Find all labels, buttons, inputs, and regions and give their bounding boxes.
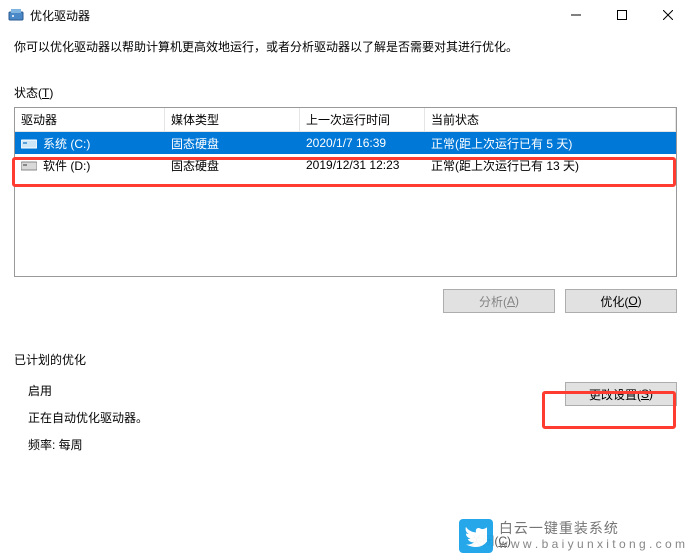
watermark: 白云一键重装系统 w w w . b a i y u n x i t o n g… xyxy=(459,519,685,553)
table-header: 驱动器 媒体类型 上一次运行时间 当前状态 xyxy=(15,108,676,132)
minimize-button[interactable] xyxy=(553,0,599,30)
cell-drive: 软件 (D:) xyxy=(43,157,90,174)
watermark-line2: w w w . b a i y u n x i t o n g . c o m xyxy=(499,537,685,551)
drive-icon xyxy=(21,137,37,149)
change-settings-button[interactable]: 更改设置(S) xyxy=(565,382,677,406)
maximize-button[interactable] xyxy=(599,0,645,30)
cell-state: 正常(距上次运行已有 5 天) xyxy=(425,132,676,154)
table-row[interactable]: 系统 (C:) 固态硬盘 2020/1/7 16:39 正常(距上次运行已有 5… xyxy=(15,132,676,154)
description-text: 你可以优化驱动器以帮助计算机更高效地运行，或者分析驱动器以了解是否需要对其进行优… xyxy=(14,38,677,56)
cell-last: 2020/1/7 16:39 xyxy=(300,132,425,154)
col-media[interactable]: 媒体类型 xyxy=(165,108,300,131)
titlebar: 优化驱动器 xyxy=(0,0,691,30)
cell-media: 固态硬盘 xyxy=(165,132,300,154)
watermark-line1: 白云一键重装系统 xyxy=(499,520,685,537)
window-title: 优化驱动器 xyxy=(30,7,90,24)
cell-state: 正常(距上次运行已有 13 天) xyxy=(425,154,676,176)
col-state[interactable]: 当前状态 xyxy=(425,108,676,131)
scheduled-title: 已计划的优化 xyxy=(14,351,677,368)
scheduled-freq: 频率: 每周 xyxy=(28,436,148,453)
col-last[interactable]: 上一次运行时间 xyxy=(300,108,425,131)
scheduled-auto-line: 正在自动优化驱动器。 xyxy=(28,409,148,426)
col-drive[interactable]: 驱动器 xyxy=(15,108,165,131)
scheduled-enabled: 启用 xyxy=(28,382,148,399)
watermark-icon xyxy=(459,519,493,553)
drive-icon xyxy=(21,159,37,171)
optimize-button[interactable]: 优化(O) xyxy=(565,289,677,313)
cell-drive: 系统 (C:) xyxy=(43,135,90,152)
app-icon xyxy=(8,7,24,23)
table-row[interactable]: 软件 (D:) 固态硬盘 2019/12/31 12:23 正常(距上次运行已有… xyxy=(15,154,676,176)
cell-media: 固态硬盘 xyxy=(165,154,300,176)
close-button[interactable] xyxy=(645,0,691,30)
status-label: 状态(T) xyxy=(14,84,677,101)
drives-table: 驱动器 媒体类型 上一次运行时间 当前状态 系统 (C:) 固态硬盘 2020/… xyxy=(14,107,677,277)
cell-last: 2019/12/31 12:23 xyxy=(300,154,425,176)
analyze-button: 分析(A) xyxy=(443,289,555,313)
